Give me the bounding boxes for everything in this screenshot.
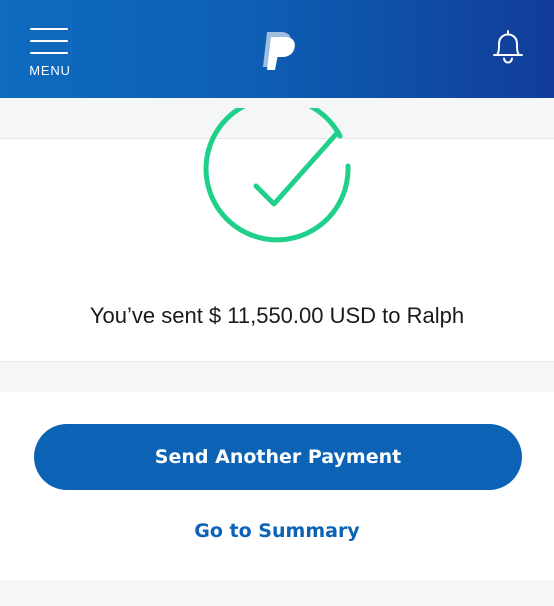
menu-label: MENU [29, 63, 71, 78]
send-another-payment-button[interactable]: Send Another Payment [34, 424, 522, 490]
payment-sent-screen: MENU You’ve sent $ 11,550.00 USD to Ralp… [0, 0, 554, 606]
menu-button[interactable]: MENU [22, 20, 78, 84]
checkmark-circle-icon [203, 108, 351, 243]
hamburger-icon [30, 28, 68, 54]
payment-sent-message: You’ve sent $ 11,550.00 USD to Ralph [89, 303, 465, 328]
bell-icon[interactable] [491, 29, 525, 65]
actions-panel: Send Another Payment Go to Summary [0, 392, 554, 580]
top-app-bar: MENU [0, 0, 554, 98]
paypal-logo-icon [263, 32, 295, 70]
go-to-summary-link[interactable]: Go to Summary [0, 520, 554, 542]
